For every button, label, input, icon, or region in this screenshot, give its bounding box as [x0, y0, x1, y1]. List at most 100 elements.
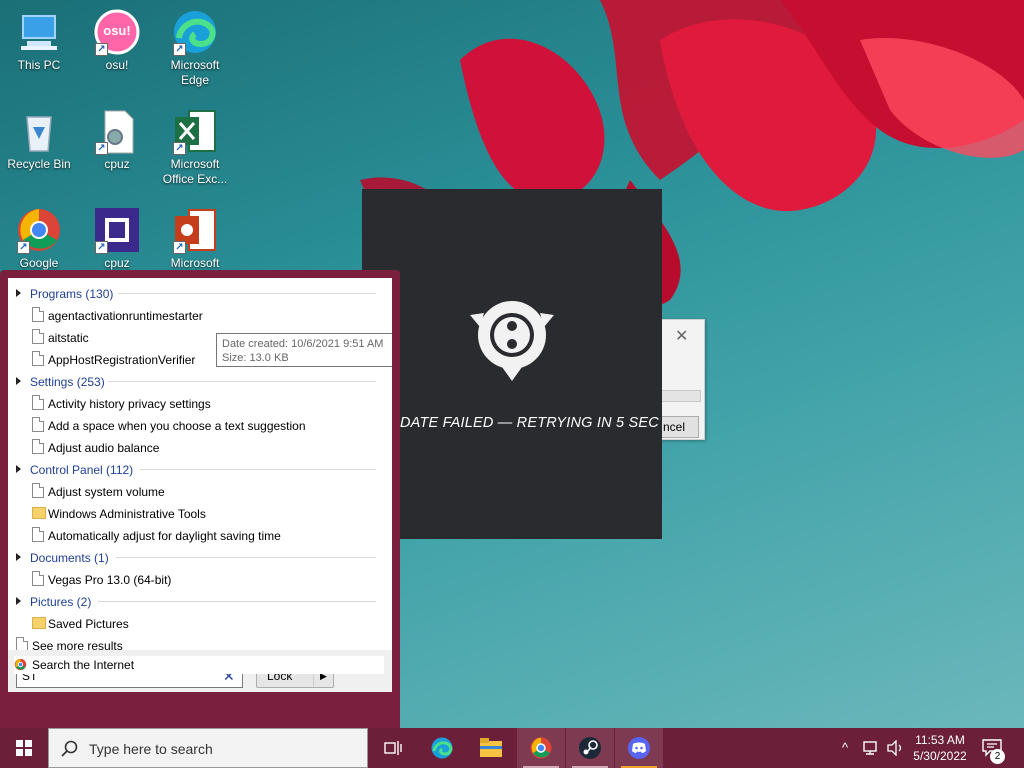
volume-icon[interactable] — [886, 740, 904, 756]
desktop-icon-label: This PC — [17, 58, 61, 72]
taskbar-edge[interactable] — [418, 728, 466, 768]
desktop-icon-cpuz[interactable]: ↗ cpuz — [78, 206, 156, 271]
system-clock[interactable]: 11:53 AM 5/30/2022 — [905, 732, 975, 764]
dialog-close-button[interactable]: ✕ — [675, 326, 688, 346]
expand-arrow-icon — [16, 289, 21, 297]
desktop-icon-powerpoint[interactable]: ↗ Microsoft — [156, 206, 234, 271]
taskbar-discord[interactable] — [615, 728, 663, 768]
desktop-icon-label: Microsoft Office Exc... — [162, 157, 228, 186]
osu-logo-icon — [470, 301, 554, 381]
result-item-label: Vegas Pro 13.0 (64-bit) — [48, 573, 172, 587]
shortcut-arrow-icon: ↗ — [173, 43, 186, 56]
group-label: Settings (253) — [30, 375, 105, 389]
desktop-icon-excel[interactable]: ↗ Microsoft Office Exc... — [156, 107, 234, 187]
powerpoint-icon: ↗ — [171, 206, 219, 254]
desktop-icon-cpuz-file[interactable]: ↗ cpuz — [78, 107, 156, 172]
chrome-icon: ↗ — [15, 206, 63, 254]
desktop-icon-label: cpuz — [104, 157, 130, 171]
desktop-icon-label: Microsoft Edge — [170, 58, 220, 87]
windows-logo-icon — [16, 740, 32, 756]
shortcut-arrow-icon: ↗ — [95, 241, 108, 254]
search-the-internet-item[interactable]: Search the Internet — [14, 656, 384, 674]
update-dialog: ✕ ncel — [660, 319, 705, 440]
start-button[interactable] — [0, 728, 48, 768]
clock-time: 11:53 AM — [915, 733, 965, 747]
osu-status-text: DATE FAILED — RETRYING IN 5 SEC — [400, 415, 659, 431]
file-icon — [32, 527, 44, 542]
group-label: Programs (130) — [30, 287, 114, 301]
shortcut-arrow-icon: ↗ — [95, 43, 108, 56]
result-item-label: Adjust system volume — [48, 485, 165, 499]
result-item-label: Add a space when you choose a text sugge… — [48, 419, 306, 433]
dialog-progress-bar — [661, 390, 701, 402]
file-explorer-icon — [480, 738, 502, 757]
result-item-label: Windows Administrative Tools — [48, 507, 206, 521]
this-pc-icon — [15, 8, 63, 56]
desktop-icon-recycle-bin[interactable]: Recycle Bin — [0, 107, 78, 172]
group-label: Control Panel (112) — [30, 463, 134, 477]
taskbar-file-explorer[interactable] — [467, 728, 515, 768]
dialog-cancel-button[interactable]: ncel — [661, 416, 699, 438]
result-item-label: Saved Pictures — [48, 617, 129, 631]
results-group-documents[interactable]: Documents (1) — [8, 546, 384, 568]
results-group-pictures[interactable]: Pictures (2) — [8, 590, 384, 612]
search-icon — [61, 740, 78, 757]
desktop-icon-chrome[interactable]: ↗ Google — [0, 206, 78, 271]
group-label: Documents (1) — [30, 551, 109, 565]
file-icon — [32, 329, 44, 344]
network-icon[interactable] — [862, 740, 880, 756]
group-divider — [140, 469, 376, 470]
tooltip-date-created: Date created: 10/6/2021 9:51 AM — [222, 338, 384, 350]
expand-arrow-icon — [16, 597, 21, 605]
folder-icon — [32, 507, 46, 519]
file-icon — [32, 351, 44, 366]
chrome-icon — [14, 658, 27, 671]
desktop-icon-label: Google — [19, 256, 59, 270]
desktop-icon-this-pc[interactable]: This PC — [0, 8, 78, 73]
desktop-icon-label: osu! — [105, 58, 129, 72]
expand-arrow-icon — [16, 465, 21, 473]
excel-icon: ↗ — [171, 107, 219, 155]
file-icon — [32, 439, 44, 454]
show-hidden-icons-button[interactable]: ^ — [842, 740, 848, 755]
cpuz-file-icon: ↗ — [93, 107, 141, 155]
desktop-icon-osu[interactable]: osu! ↗ osu! — [78, 8, 156, 73]
group-divider — [98, 601, 376, 602]
task-view-icon — [384, 741, 402, 755]
discord-icon — [628, 737, 650, 759]
results-group-programs[interactable]: Programs (130) — [8, 282, 384, 304]
taskbar-steam[interactable] — [566, 728, 614, 768]
file-icon — [32, 307, 44, 322]
osu-loading-window[interactable]: DATE FAILED — RETRYING IN 5 SEC — [362, 189, 662, 539]
taskbar-search-box[interactable]: Type here to search — [48, 728, 368, 768]
notification-count-badge: 2 — [990, 749, 1005, 764]
results-group-control-panel[interactable]: Control Panel (112) — [8, 458, 384, 480]
desktop-icon-edge[interactable]: ↗ Microsoft Edge — [156, 8, 234, 88]
result-item-label: Automatically adjust for daylight saving… — [48, 529, 281, 543]
osu-icon: osu! ↗ — [93, 8, 141, 56]
results-group-settings[interactable]: Settings (253) — [8, 370, 384, 392]
result-item-label: Adjust audio balance — [48, 441, 160, 455]
file-icon — [16, 637, 28, 650]
shortcut-arrow-icon: ↗ — [95, 142, 108, 155]
shortcut-arrow-icon: ↗ — [17, 241, 30, 254]
osu-icon-text: osu! — [103, 23, 131, 38]
result-item-label: AppHostRegistrationVerifier — [48, 353, 196, 367]
file-icon — [32, 395, 44, 410]
file-icon — [32, 417, 44, 432]
group-divider — [108, 381, 376, 382]
edge-icon — [431, 737, 453, 759]
search-internet-label: Search the Internet — [32, 658, 135, 672]
taskbar: Type here to search ^ 11:53 AM 5/30/2022… — [0, 728, 1024, 768]
folder-icon — [32, 617, 46, 629]
cpuz-icon: ↗ — [93, 206, 141, 254]
see-more-label: See more results — [32, 639, 123, 650]
group-label: Pictures (2) — [30, 595, 92, 609]
steam-icon — [579, 737, 601, 759]
desktop-icon-label: Recycle Bin — [7, 157, 71, 171]
shortcut-arrow-icon: ↗ — [173, 241, 186, 254]
file-icon — [32, 483, 44, 498]
taskbar-chrome[interactable] — [517, 728, 565, 768]
result-item-label: agentactivationruntimestarter — [48, 309, 203, 323]
task-view-button[interactable] — [368, 728, 416, 768]
